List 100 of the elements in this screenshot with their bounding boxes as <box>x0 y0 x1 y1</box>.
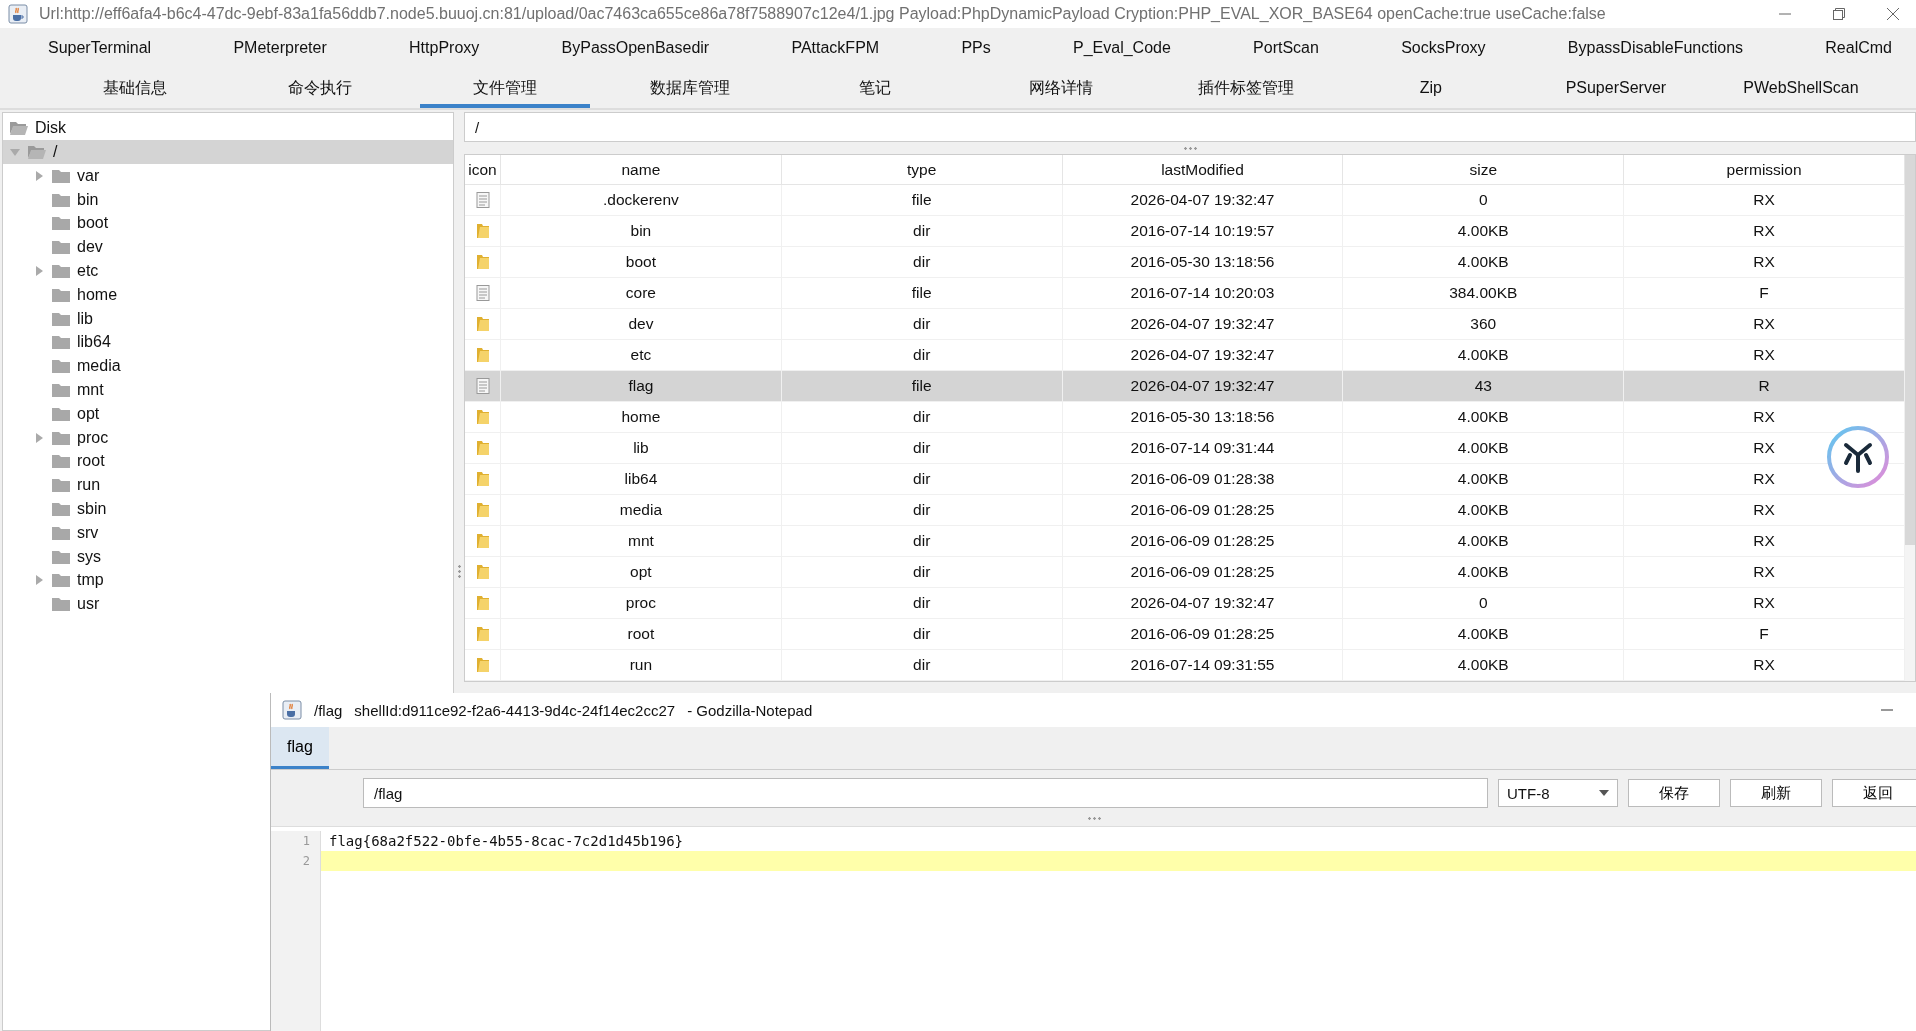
open-folder-icon <box>9 119 29 136</box>
table-cell: 4.00KB <box>1343 650 1625 680</box>
tab[interactable]: PSuperServer <box>1530 68 1701 108</box>
folder-icon <box>51 334 71 351</box>
tree-item[interactable]: lib64 <box>77 333 111 352</box>
table-row[interactable]: flag file 2026-04-07 19:32:47 43 R <box>465 371 1905 402</box>
column-header[interactable]: permission <box>1624 155 1905 184</box>
table-row[interactable]: mnt dir 2016-06-09 01:28:25 4.00KB RX <box>465 526 1905 557</box>
table-row[interactable]: boot dir 2016-05-30 13:18:56 4.00KB RX <box>465 247 1905 278</box>
table-cell: 2026-04-07 19:32:47 <box>1062 340 1344 370</box>
expander-icon[interactable] <box>33 169 45 182</box>
plugin-tab[interactable]: HttpProxy <box>401 28 488 68</box>
tree-item[interactable]: var <box>77 166 100 185</box>
table-cell: 2016-06-09 01:28:25 <box>1062 557 1344 587</box>
column-header[interactable]: size <box>1343 155 1625 184</box>
java-cup-icon <box>8 4 28 24</box>
table-row[interactable]: run dir 2016-07-14 09:31:55 4.00KB RX <box>465 650 1905 681</box>
toolbar-button[interactable]: 返回 <box>1832 779 1916 807</box>
tree-item[interactable]: etc <box>77 262 99 281</box>
tree-row[interactable]: / <box>3 140 453 164</box>
table-row[interactable]: opt dir 2016-06-09 01:28:25 4.00KB RX <box>465 557 1905 588</box>
column-header[interactable]: type <box>781 155 1063 184</box>
table-cell: RX <box>1624 185 1905 215</box>
folder-icon <box>475 347 490 363</box>
expander-icon[interactable] <box>9 146 21 158</box>
table-row[interactable]: .dockerenv file 2026-04-07 19:32:47 0 RX <box>465 185 1905 216</box>
restore-icon[interactable] <box>1832 7 1846 21</box>
toolbar-button[interactable]: 保存 <box>1628 779 1720 807</box>
plugin-tab[interactable]: PAttackFPM <box>783 28 888 68</box>
toolbar-button[interactable]: 刷新 <box>1730 779 1822 807</box>
table-cell: 4.00KB <box>1343 464 1625 494</box>
tree-item[interactable]: sbin <box>77 500 107 519</box>
table-cell: 384.00KB <box>1343 278 1625 308</box>
tab[interactable]: 文件管理 <box>420 68 591 108</box>
scrollbar-thumb[interactable] <box>1905 155 1915 545</box>
table-row[interactable]: dev dir 2026-04-07 19:32:47 360 RX <box>465 309 1905 340</box>
table-row[interactable]: bin dir 2016-07-14 10:19:57 4.00KB RX <box>465 216 1905 247</box>
plugin-tab[interactable]: SocksProxy <box>1393 28 1494 68</box>
table-cell: core <box>501 278 782 308</box>
tab[interactable]: 插件标签管理 <box>1160 68 1331 108</box>
plugin-tab[interactable]: BypassDisableFunctions <box>1559 28 1752 68</box>
tree-item[interactable]: Disk <box>35 118 67 137</box>
tab[interactable]: 基础信息 <box>50 68 220 108</box>
expander-icon[interactable] <box>33 431 45 444</box>
table-cell: RX <box>1624 247 1905 277</box>
tree-item[interactable]: opt <box>77 404 100 423</box>
plugin-tab[interactable]: ByPassOpenBasedir <box>553 28 718 68</box>
text-editor[interactable]: 1 flag{68a2f522-0bfe-4b55-8cac-7c2d1d45b196} 2 <box>271 826 1916 1031</box>
tree-item[interactable]: root <box>77 452 105 471</box>
folder-icon <box>475 409 490 425</box>
tree-item[interactable]: dev <box>77 238 103 257</box>
tree-item[interactable]: home <box>77 285 118 304</box>
table-cell: RX <box>1624 588 1905 618</box>
plugin-tab[interactable]: P_Eval_Code <box>1065 28 1179 68</box>
plugin-tab[interactable]: PMeterpreter <box>225 28 335 68</box>
tab[interactable]: flag <box>271 727 329 769</box>
table-row[interactable]: root dir 2016-06-09 01:28:25 4.00KB F <box>465 619 1905 650</box>
table-cell: 4.00KB <box>1343 216 1625 246</box>
tab[interactable]: 数据库管理 <box>605 68 776 108</box>
dropdown-caret-icon[interactable] <box>1599 790 1609 796</box>
tree-item[interactable]: mnt <box>77 381 104 400</box>
table-row[interactable]: proc dir 2026-04-07 19:32:47 0 RX <box>465 588 1905 619</box>
table-cell: dir <box>781 557 1063 587</box>
tab[interactable]: 笔记 <box>790 68 961 108</box>
table-row[interactable]: media dir 2016-06-09 01:28:25 4.00KB RX <box>465 495 1905 526</box>
expander-icon[interactable] <box>33 265 45 278</box>
path-field[interactable]: / <box>464 112 1916 142</box>
tree-item[interactable]: media <box>77 357 121 376</box>
table-cell: dir <box>781 340 1063 370</box>
tree-item[interactable]: lib <box>77 309 93 328</box>
table-cell: bin <box>501 216 782 246</box>
tab[interactable]: 命令执行 <box>235 68 406 108</box>
expander-icon[interactable] <box>33 574 45 587</box>
tree-item[interactable]: sys <box>77 547 101 566</box>
tab[interactable]: 网络详情 <box>975 68 1146 108</box>
table-cell: RX <box>1624 557 1905 587</box>
tree-item[interactable]: srv <box>77 523 99 542</box>
tree-item[interactable]: run <box>77 476 101 495</box>
tab[interactable]: PWebShellScan <box>1716 68 1886 108</box>
tree-item[interactable]: bin <box>77 190 99 209</box>
table-cell: RX <box>1624 309 1905 339</box>
close-icon[interactable] <box>1886 7 1900 21</box>
tree-item[interactable]: proc <box>77 428 109 447</box>
plugin-tab[interactable]: PPs <box>953 28 999 68</box>
path-field[interactable]: /flag <box>363 778 1488 808</box>
encoding-dropdown[interactable]: UTF-8 <box>1498 779 1618 807</box>
plugin-tab[interactable]: RealCmd <box>1817 28 1900 68</box>
table-row[interactable]: core file 2016-07-14 10:20:03 384.00KB F <box>465 278 1905 309</box>
plugin-tab[interactable]: SuperTerminal <box>40 28 160 68</box>
table-cell: 2026-04-07 19:32:47 <box>1062 309 1344 339</box>
folder-icon <box>475 657 490 673</box>
plugin-tab[interactable]: PortScan <box>1245 28 1327 68</box>
tree-item[interactable]: boot <box>77 214 109 233</box>
column-header[interactable]: lastModified <box>1062 155 1344 184</box>
column-header[interactable]: name <box>501 155 782 184</box>
circular-logo-icon[interactable] <box>1826 425 1890 489</box>
tree-item[interactable]: tmp <box>77 571 104 590</box>
tree-item[interactable]: usr <box>77 595 100 614</box>
tab[interactable]: Zip <box>1345 68 1516 108</box>
column-header[interactable]: icon <box>465 155 501 184</box>
